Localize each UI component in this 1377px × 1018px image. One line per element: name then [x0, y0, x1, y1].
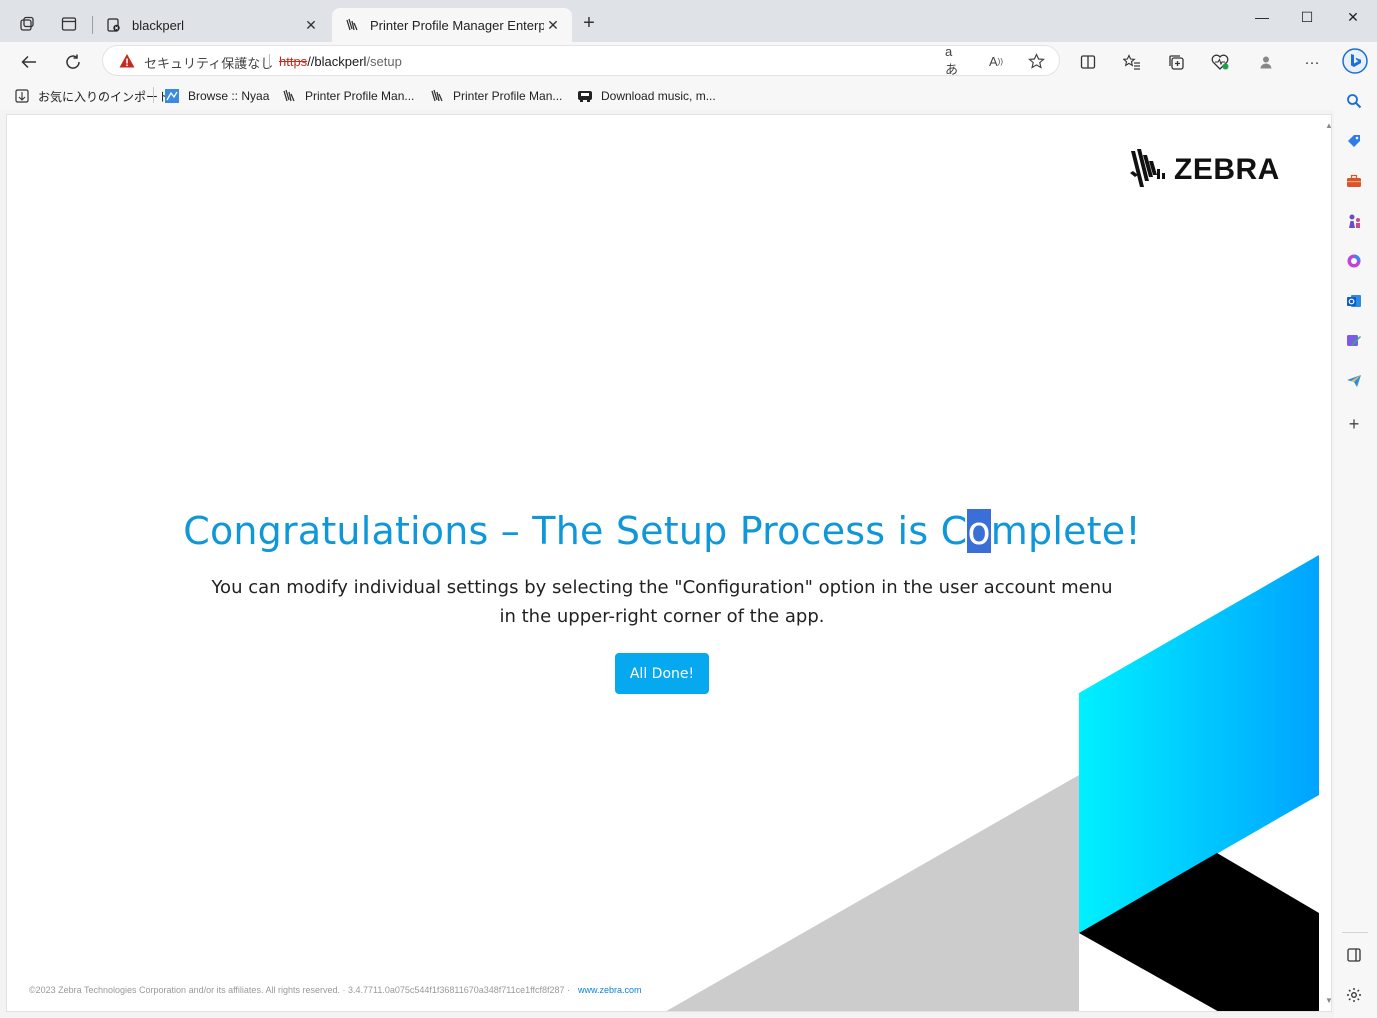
workspaces-icon[interactable]: [15, 12, 39, 36]
favorite-star-icon[interactable]: [1027, 52, 1045, 70]
tab-blackperl[interactable]: blackperl ✕: [94, 8, 330, 42]
security-status-label[interactable]: セキュリティ保護なし: [144, 53, 273, 72]
tools-briefcase-icon[interactable]: [1344, 171, 1364, 191]
favorite-nyaa[interactable]: Browse :: Nyaa: [164, 87, 269, 105]
shopping-tag-icon[interactable]: [1344, 131, 1364, 151]
settings-gear-icon[interactable]: [1344, 985, 1364, 1005]
tab-title: Printer Profile Manager Enterpris: [370, 17, 544, 33]
scroll-up-arrow-icon[interactable]: ▲: [1325, 121, 1331, 130]
tab-close-icon[interactable]: ✕: [544, 17, 562, 34]
copyright-text: ©2023 Zebra Technologies Corporation and…: [29, 985, 570, 995]
collections-icon[interactable]: [1165, 51, 1187, 73]
favorites-bar: お気に入りのインポート Browse :: Nyaa Printer Profi…: [0, 80, 1377, 110]
tab-close-icon[interactable]: ✕: [302, 17, 320, 34]
new-tab-button[interactable]: +: [577, 12, 601, 36]
page-footer: ©2023 Zebra Technologies Corporation and…: [29, 985, 642, 995]
url-text[interactable]: https//blackperl/setup: [279, 54, 402, 69]
search-icon[interactable]: [1344, 91, 1364, 111]
read-aloud-icon[interactable]: A)): [987, 52, 1005, 70]
tab-favicon: [106, 17, 122, 33]
nyaa-icon: [164, 88, 180, 104]
tab-separator: [92, 16, 93, 34]
minimize-button[interactable]: —: [1239, 0, 1285, 34]
url-path: /setup: [366, 54, 402, 69]
zebra-favicon: [344, 17, 360, 33]
headline-text: Congratulations – The Setup Process is C: [183, 509, 968, 553]
vertical-scrollbar[interactable]: [1324, 115, 1331, 1011]
address-divider: [269, 54, 270, 69]
back-arrow-icon: [21, 55, 36, 69]
page-headline: Congratulations – The Setup Process is C…: [7, 509, 1317, 553]
title-bar: blackperl ✕ Printer Profile Manager Ente…: [0, 0, 1377, 42]
favorite-printer-profile-1[interactable]: Printer Profile Man...: [281, 87, 414, 105]
favorite-label: Browse :: Nyaa: [188, 89, 270, 103]
favorites-import[interactable]: お気に入りのインポート: [14, 87, 170, 105]
favorites-icon[interactable]: [1121, 51, 1143, 73]
zebra-logo-text: ZEBRA: [1174, 153, 1280, 186]
url-host: //blackperl: [307, 54, 367, 69]
favorite-label: Download music, m...: [601, 89, 716, 103]
microsoft-365-icon[interactable]: [1344, 251, 1364, 271]
zebra-icon: [281, 88, 297, 104]
send-paper-plane-icon[interactable]: [1344, 371, 1364, 391]
back-button[interactable]: [15, 48, 43, 76]
maximize-button[interactable]: ☐: [1284, 0, 1330, 34]
address-bar[interactable]: セキュリティ保護なし https//blackperl/setup aあ A)): [102, 44, 1060, 77]
url-scheme: https: [279, 54, 308, 69]
page-viewport: ZEBRA Congratulations – The Setup Proces…: [6, 114, 1332, 1012]
zebra-logo: ZEBRA: [1129, 147, 1279, 193]
zebra-website-link[interactable]: www.zebra.com: [578, 985, 642, 995]
tab-actions-icon[interactable]: [57, 12, 81, 36]
games-icon[interactable]: [1344, 211, 1364, 231]
scroll-down-arrow-icon[interactable]: ▼: [1325, 996, 1331, 1005]
zebra-icon: [429, 88, 445, 104]
refresh-icon: [66, 54, 80, 69]
headline-selection: o: [967, 509, 991, 553]
favorite-label: Printer Profile Man...: [453, 89, 563, 103]
more-options-icon[interactable]: ···: [1301, 51, 1323, 73]
setup-instructions: You can modify individual settings by se…: [211, 577, 1113, 627]
tab-printer-profile-manager[interactable]: Printer Profile Manager Enterpris ✕: [332, 8, 572, 42]
add-sidebar-app-icon[interactable]: +: [1344, 414, 1364, 434]
favorite-download-music[interactable]: Download music, m...: [577, 87, 716, 105]
close-window-button[interactable]: ✕: [1330, 0, 1376, 34]
favorite-label: Printer Profile Man...: [305, 89, 415, 103]
music-icon: [577, 88, 593, 104]
navigation-bar: セキュリティ保護なし https//blackperl/setup aあ A))…: [0, 42, 1377, 80]
sidebar-divider: [1342, 932, 1368, 933]
headline-text-end: mplete!: [990, 509, 1141, 553]
designer-icon[interactable]: [1344, 331, 1364, 351]
profile-avatar-icon[interactable]: [1255, 51, 1277, 73]
favorites-divider: [153, 87, 154, 103]
hide-sidebar-icon[interactable]: [1344, 945, 1364, 965]
zebra-head-icon: [1130, 149, 1165, 187]
favorite-label: お気に入りのインポート: [38, 89, 171, 104]
tab-title: blackperl: [132, 17, 185, 33]
translate-icon[interactable]: aあ: [945, 44, 963, 77]
import-icon: [14, 88, 30, 104]
bing-copilot-icon[interactable]: [1342, 48, 1368, 74]
warning-icon: [119, 54, 135, 68]
split-screen-icon[interactable]: [1077, 51, 1099, 73]
refresh-button[interactable]: [59, 48, 87, 76]
all-done-button[interactable]: All Done!: [615, 653, 709, 694]
gray-triangle-shape: [666, 775, 1079, 1011]
outlook-icon[interactable]: [1344, 291, 1364, 311]
decorative-shapes: [666, 555, 1319, 1011]
favorite-printer-profile-2[interactable]: Printer Profile Man...: [429, 87, 562, 105]
edge-sidebar: +: [1334, 80, 1377, 1018]
browser-essentials-icon[interactable]: [1209, 51, 1231, 73]
